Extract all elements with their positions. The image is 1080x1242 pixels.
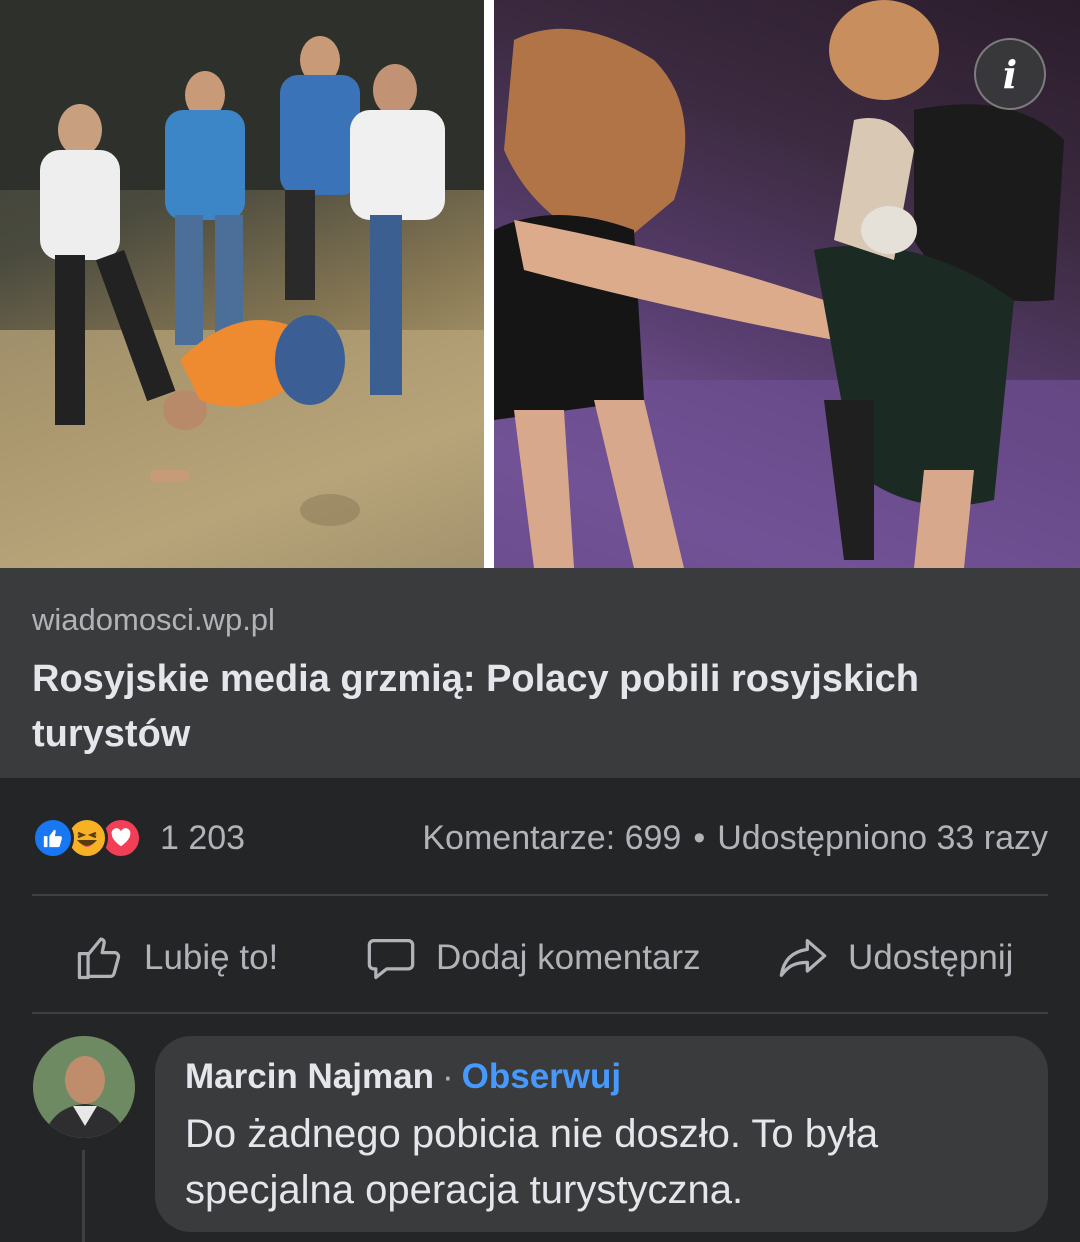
reactions-summary[interactable]	[32, 817, 142, 859]
action-bar: Lubię to! Dodaj komentarz Udostępnij	[0, 912, 1080, 1004]
post-photo-right[interactable]: i	[494, 0, 1080, 568]
comments-count[interactable]: Komentarze: 699	[422, 819, 681, 857]
share-arrow-icon	[779, 939, 827, 977]
post-stats: 1 203 Komentarze: 699 • Udostępniono 33 ra…	[32, 812, 1048, 864]
like-button[interactable]: Lubię to!	[74, 932, 278, 984]
avatar-image	[33, 1036, 135, 1138]
thumbs-up-icon	[77, 937, 121, 980]
divider-bottom	[32, 1012, 1048, 1014]
link-title[interactable]: Rosyjskie media grzmią: Polacy pobili ro…	[32, 652, 1012, 762]
link-preview[interactable]: wiadomosci.wp.pl Rosyjskie media grzmią:…	[0, 568, 1080, 778]
comment-author[interactable]: Marcin Najman	[185, 1054, 434, 1100]
stats-separator: •	[693, 818, 706, 857]
stats-right: Komentarze: 699 • Udostępniono 33 razy	[422, 819, 1048, 858]
like-button-label: Lubię to!	[144, 938, 279, 977]
divider-top	[32, 894, 1048, 896]
comment-button-label: Dodaj komentarz	[436, 938, 701, 977]
post-photo-left[interactable]	[0, 0, 484, 568]
follow-button[interactable]: Obserwuj	[462, 1054, 621, 1100]
share-button[interactable]: Udostępnij	[776, 932, 1013, 984]
comment-button[interactable]: Dodaj komentarz	[364, 932, 701, 984]
post-photos[interactable]: i	[0, 0, 1080, 568]
comment-header-separator: ·	[441, 1057, 454, 1096]
comment-text: Do żadnego pobicia nie doszło. To była s…	[185, 1112, 879, 1212]
comment-bubble[interactable]: Marcin Najman · Obserwuj Do żadnego pobi…	[155, 1036, 1048, 1232]
reaction-count[interactable]: 1 203	[160, 819, 245, 858]
thread-line	[82, 1150, 85, 1242]
info-button[interactable]: i	[974, 38, 1046, 110]
share-button-label: Udostępnij	[848, 938, 1014, 977]
info-icon: i	[1002, 51, 1018, 97]
shares-count[interactable]: Udostępniono 33 razy	[717, 819, 1048, 857]
comment-header: Marcin Najman · Obserwuj	[185, 1054, 1018, 1100]
photo-left-illustration	[0, 0, 484, 568]
comment-bubble-icon	[367, 939, 415, 980]
link-domain: wiadomosci.wp.pl	[32, 602, 275, 637]
like-icon	[32, 817, 74, 859]
avatar[interactable]	[33, 1036, 135, 1138]
